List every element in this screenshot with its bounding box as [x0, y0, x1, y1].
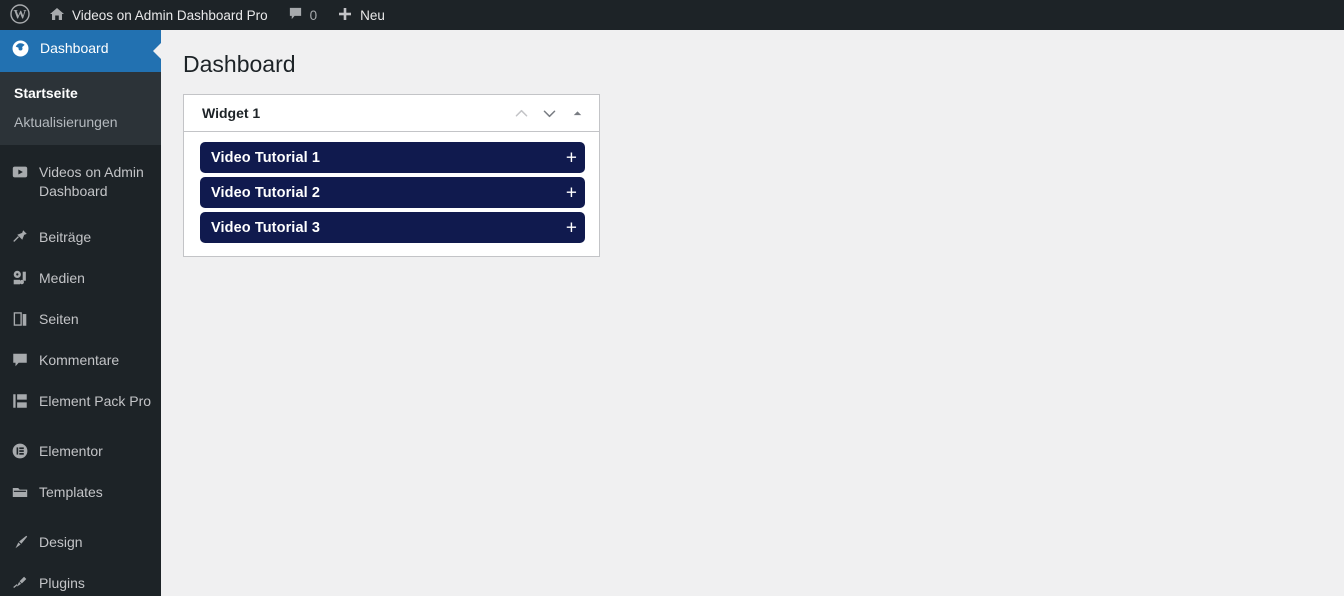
new-content-label: Neu — [360, 7, 385, 23]
comment-bubble-icon — [288, 6, 303, 24]
new-content-menu[interactable]: Neu — [327, 0, 395, 30]
admin-sidebar: Dashboard Startseite Aktualisierungen Vi… — [0, 30, 161, 596]
sidebar-item-label: Videos on Admin Dashboard — [39, 164, 144, 199]
accordion-expand-icon[interactable]: + — [566, 218, 577, 237]
sidebar-item-label: Beiträge — [39, 229, 92, 245]
menu-separator — [0, 145, 161, 154]
dashboard-widget: Widget 1 Video Tutorial 1 + Video Tutori… — [183, 94, 600, 257]
menu-separator — [0, 210, 161, 219]
sidebar-subitem-startseite[interactable]: Startseite — [0, 79, 161, 108]
main-content: Dashboard Widget 1 Video Tutorial 1 + Vi… — [161, 30, 1344, 596]
widget-title: Widget 1 — [202, 105, 261, 121]
sidebar-item-label: Plugins — [39, 575, 85, 591]
video-play-icon — [11, 163, 29, 186]
sidebar-item-label: Kommentare — [39, 352, 120, 368]
plug-icon — [11, 574, 29, 596]
sidebar-item-label: Dashboard — [40, 40, 109, 56]
sidebar-item-label: Templates — [39, 484, 103, 500]
site-name-label: Videos on Admin Dashboard Pro — [72, 7, 268, 23]
accordion-item-label: Video Tutorial 3 — [211, 219, 321, 236]
accordion-item[interactable]: Video Tutorial 3 + — [200, 212, 585, 243]
menu-separator — [0, 515, 161, 524]
move-up-icon[interactable] — [507, 99, 535, 127]
accordion-item[interactable]: Video Tutorial 2 + — [200, 177, 585, 208]
sidebar-item-kommentare[interactable]: Kommentare — [0, 342, 161, 383]
brush-icon — [11, 533, 29, 556]
accordion-item-label: Video Tutorial 1 — [211, 149, 321, 166]
plus-icon — [337, 6, 353, 25]
accordion-item-label: Video Tutorial 2 — [211, 184, 321, 201]
sidebar-item-design[interactable]: Design — [0, 524, 161, 565]
sidebar-item-templates[interactable]: Templates — [0, 474, 161, 515]
pin-icon — [11, 228, 29, 251]
comments-menu[interactable]: 0 — [278, 0, 328, 30]
elementor-circle-icon — [11, 442, 29, 465]
sidebar-item-label: Elementor — [39, 443, 103, 459]
site-name-menu[interactable]: Videos on Admin Dashboard Pro — [39, 0, 278, 30]
sidebar-item-label: Design — [39, 534, 83, 550]
accordion-expand-icon[interactable]: + — [566, 148, 577, 167]
menu-separator — [0, 424, 161, 433]
widget-header: Widget 1 — [184, 95, 599, 132]
comments-count: 0 — [309, 7, 318, 23]
sidebar-item-label: Medien — [39, 270, 85, 286]
comment-bubble-icon — [11, 351, 29, 374]
element-pack-icon — [11, 392, 29, 415]
pages-icon — [11, 310, 29, 333]
svg-text:W: W — [14, 6, 27, 21]
sidebar-subitem-aktualisierungen[interactable]: Aktualisierungen — [0, 108, 161, 137]
widget-body: Video Tutorial 1 + Video Tutorial 2 + Vi… — [184, 132, 599, 256]
sidebar-item-label: Element Pack Pro — [39, 393, 152, 409]
wordpress-logo-button[interactable]: W — [0, 0, 39, 30]
sidebar-item-seiten[interactable]: Seiten — [0, 301, 161, 342]
sidebar-item-dashboard[interactable]: Dashboard — [0, 30, 161, 72]
accordion-item[interactable]: Video Tutorial 1 + — [200, 142, 585, 173]
media-icon — [11, 269, 29, 292]
home-icon — [49, 6, 65, 25]
sidebar-item-medien[interactable]: Medien — [0, 260, 161, 301]
wordpress-logo-icon: W — [10, 3, 30, 27]
sidebar-item-elementor[interactable]: Elementor — [0, 433, 161, 474]
admin-bar: W Videos on Admin Dashboard Pro 0 Neu — [0, 0, 1344, 30]
dashboard-gauge-icon — [11, 39, 30, 63]
sidebar-item-label: Seiten — [39, 311, 79, 327]
folder-icon — [11, 483, 29, 506]
sidebar-item-plugins[interactable]: Plugins — [0, 565, 161, 596]
page-title: Dashboard — [183, 51, 296, 77]
accordion-expand-icon[interactable]: + — [566, 183, 577, 202]
toggle-panel-icon[interactable] — [563, 99, 591, 127]
move-down-icon[interactable] — [535, 99, 563, 127]
dashboard-submenu: Startseite Aktualisierungen — [0, 72, 161, 145]
sidebar-item-element-pack-pro[interactable]: Element Pack Pro — [0, 383, 161, 424]
sidebar-item-beitraege[interactable]: Beiträge — [0, 219, 161, 260]
sidebar-item-videos-on-admin-dashboard[interactable]: Videos on Admin Dashboard — [0, 154, 161, 210]
active-menu-arrow-icon — [153, 43, 161, 59]
